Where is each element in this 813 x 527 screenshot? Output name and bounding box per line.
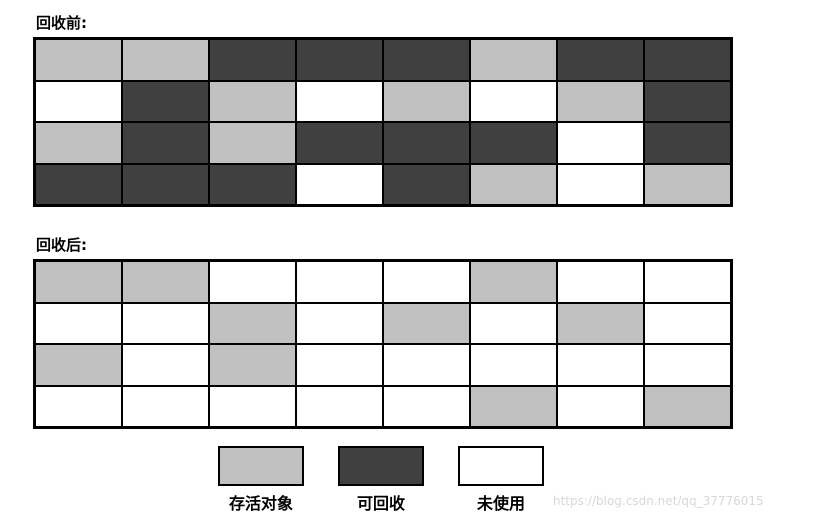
before-cell-reclaimable xyxy=(384,123,469,163)
after-cell-unused xyxy=(123,386,208,426)
before-cell-unused xyxy=(36,81,121,121)
after-cell-live xyxy=(210,345,295,385)
watermark: https://blog.csdn.net/qq_37776015 xyxy=(553,494,764,508)
after-cell-live xyxy=(36,262,121,302)
after-cell-live xyxy=(471,262,556,302)
after-cell-unused xyxy=(210,262,295,302)
after-cell-unused xyxy=(558,262,643,302)
before-cell-unused xyxy=(558,164,643,204)
after-cell-unused xyxy=(558,345,643,385)
after-cell-unused xyxy=(36,303,121,343)
after-cell-live xyxy=(210,303,295,343)
legend-unused: 未使用 xyxy=(455,446,547,514)
before-cell-reclaimable xyxy=(297,40,382,80)
before-cell-reclaimable xyxy=(123,81,208,121)
after-cell-unused xyxy=(384,345,469,385)
legend-live-swatch xyxy=(218,446,304,486)
after-cell-live xyxy=(123,262,208,302)
before-cell-reclaimable xyxy=(36,164,121,204)
before-cell-reclaimable xyxy=(297,123,382,163)
before-memory-grid xyxy=(33,37,733,207)
after-cell-unused xyxy=(384,262,469,302)
before-cell-live xyxy=(36,123,121,163)
before-cell-reclaimable xyxy=(210,40,295,80)
after-cell-unused xyxy=(645,262,730,302)
after-cell-live xyxy=(558,303,643,343)
before-cell-live xyxy=(210,123,295,163)
before-cell-live xyxy=(558,81,643,121)
before-cell-live xyxy=(123,40,208,80)
before-cell-live xyxy=(471,164,556,204)
after-cell-unused xyxy=(297,262,382,302)
legend-live: 存活对象 xyxy=(215,446,307,514)
after-cell-live xyxy=(384,303,469,343)
before-cell-unused xyxy=(471,81,556,121)
before-cell-live xyxy=(36,40,121,80)
before-cell-live xyxy=(384,81,469,121)
before-cell-live xyxy=(471,40,556,80)
before-title: 回收前: xyxy=(36,14,87,32)
legend-live-label: 存活对象 xyxy=(228,494,293,513)
before-cell-live xyxy=(645,164,730,204)
after-title: 回收后: xyxy=(36,236,87,254)
after-cell-unused xyxy=(36,386,121,426)
after-cell-unused xyxy=(210,386,295,426)
after-cell-live xyxy=(36,345,121,385)
before-cell-reclaimable xyxy=(558,40,643,80)
before-cell-unused xyxy=(297,164,382,204)
after-cell-unused xyxy=(123,345,208,385)
after-cell-unused xyxy=(297,345,382,385)
before-cell-live xyxy=(210,81,295,121)
before-cell-reclaimable xyxy=(384,40,469,80)
legend-reclaimable-label: 可回收 xyxy=(356,494,405,513)
before-cell-reclaimable xyxy=(210,164,295,204)
after-cell-unused xyxy=(297,303,382,343)
before-cell-reclaimable xyxy=(123,164,208,204)
legend-reclaimable: 可回收 xyxy=(335,446,427,514)
before-cell-reclaimable xyxy=(645,40,730,80)
after-cell-unused xyxy=(471,303,556,343)
after-cell-unused xyxy=(471,345,556,385)
before-cell-unused xyxy=(297,81,382,121)
before-cell-reclaimable xyxy=(645,123,730,163)
legend-unused-swatch xyxy=(458,446,544,486)
after-cell-live xyxy=(471,386,556,426)
after-cell-unused xyxy=(645,345,730,385)
before-cell-unused xyxy=(558,123,643,163)
after-cell-unused xyxy=(558,386,643,426)
after-cell-unused xyxy=(645,303,730,343)
after-cell-unused xyxy=(123,303,208,343)
before-cell-reclaimable xyxy=(123,123,208,163)
before-cell-reclaimable xyxy=(471,123,556,163)
before-cell-reclaimable xyxy=(384,164,469,204)
before-cell-reclaimable xyxy=(645,81,730,121)
after-memory-grid xyxy=(33,259,733,429)
after-cell-unused xyxy=(384,386,469,426)
legend-reclaimable-swatch xyxy=(338,446,424,486)
after-cell-unused xyxy=(297,386,382,426)
legend-unused-label: 未使用 xyxy=(476,494,525,513)
after-cell-live xyxy=(645,386,730,426)
